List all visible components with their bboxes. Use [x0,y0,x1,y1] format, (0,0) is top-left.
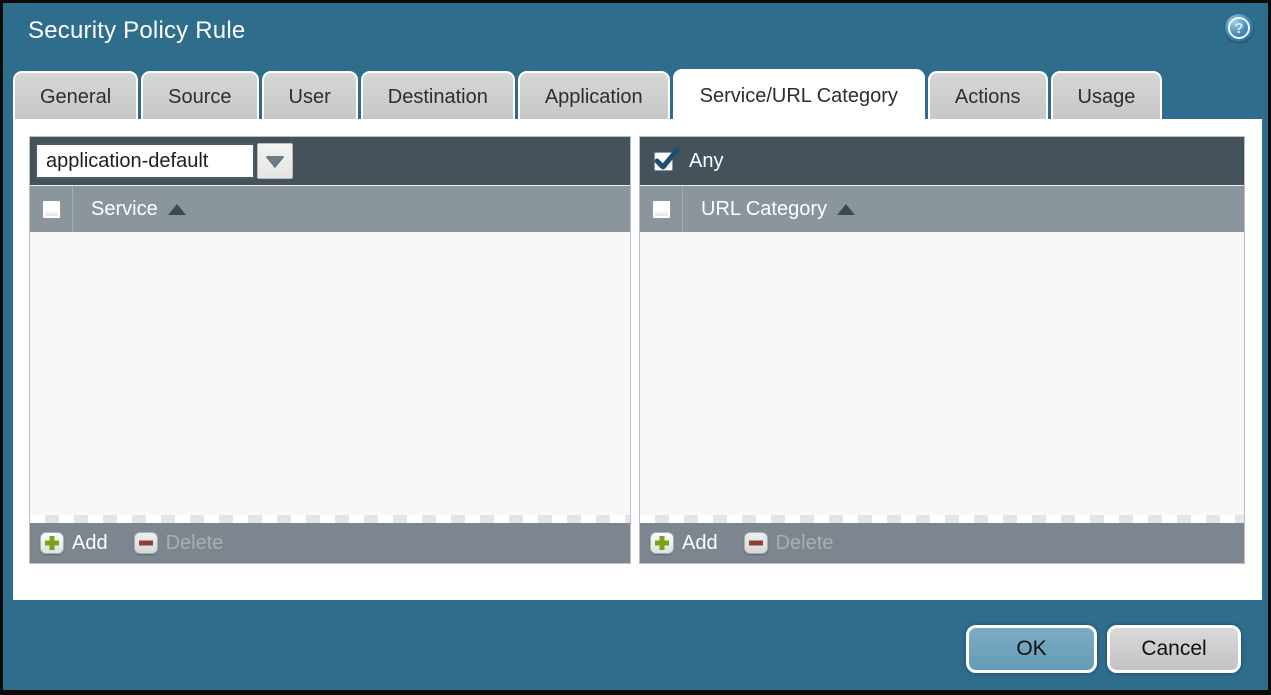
service-type-dropdown-input[interactable] [35,143,255,179]
tab-application[interactable]: Application [517,71,670,121]
plus-icon [650,532,674,554]
dialog-title: Security Policy Rule [28,17,246,44]
tab-source[interactable]: Source [141,71,259,121]
cancel-button[interactable]: Cancel [1107,625,1241,673]
tab-user[interactable]: User [261,71,358,121]
url-category-column-header[interactable]: URL Category [683,186,827,232]
url-category-any-label: Any [689,149,724,172]
service-toolbar [30,137,630,185]
service-column-header[interactable]: Service [73,186,158,232]
ok-button[interactable]: OK [966,625,1097,673]
url-category-panel: Any URL Category Add Delete [639,136,1245,564]
tab-content-service-url-category: Service Add Delete [13,119,1262,600]
service-footer: Add Delete [30,523,630,563]
tab-destination[interactable]: Destination [360,71,515,121]
url-category-footer: Add Delete [640,523,1244,563]
minus-icon [133,532,158,554]
url-category-list[interactable] [640,232,1244,523]
chevron-down-icon [266,155,284,167]
service-add-button[interactable]: Add [40,532,108,555]
tab-general[interactable]: General [13,71,139,121]
security-policy-rule-dialog: Security Policy Rule ? General Source Us… [0,0,1271,695]
url-category-toolbar: Any [640,137,1244,185]
service-list[interactable] [30,232,630,523]
tab-actions[interactable]: Actions [927,71,1048,121]
url-category-select-all-checkbox[interactable] [651,199,671,219]
dialog-titlebar: Security Policy Rule ? [3,3,1268,65]
url-category-delete-button[interactable]: Delete [743,532,833,555]
url-category-column-header-row: URL Category [640,185,1244,232]
url-category-any-checkbox[interactable] [654,147,680,171]
plus-icon [40,532,64,554]
service-type-dropdown-button[interactable] [257,143,293,179]
service-select-all-checkbox[interactable] [41,199,61,219]
service-delete-button[interactable]: Delete [133,532,223,555]
sort-ascending-icon[interactable] [836,203,855,215]
tab-bar: General Source User Destination Applicat… [13,69,1163,121]
minus-icon [743,532,768,554]
help-icon[interactable]: ? [1225,14,1253,42]
sort-ascending-icon[interactable] [167,203,186,215]
tab-usage[interactable]: Usage [1050,71,1163,121]
service-column-header-row: Service [30,185,630,232]
url-category-add-button[interactable]: Add [650,532,718,555]
service-type-dropdown [35,143,293,179]
check-icon [654,147,680,169]
service-panel: Service Add Delete [29,136,631,564]
tab-service-url-category[interactable]: Service/URL Category [672,69,925,121]
